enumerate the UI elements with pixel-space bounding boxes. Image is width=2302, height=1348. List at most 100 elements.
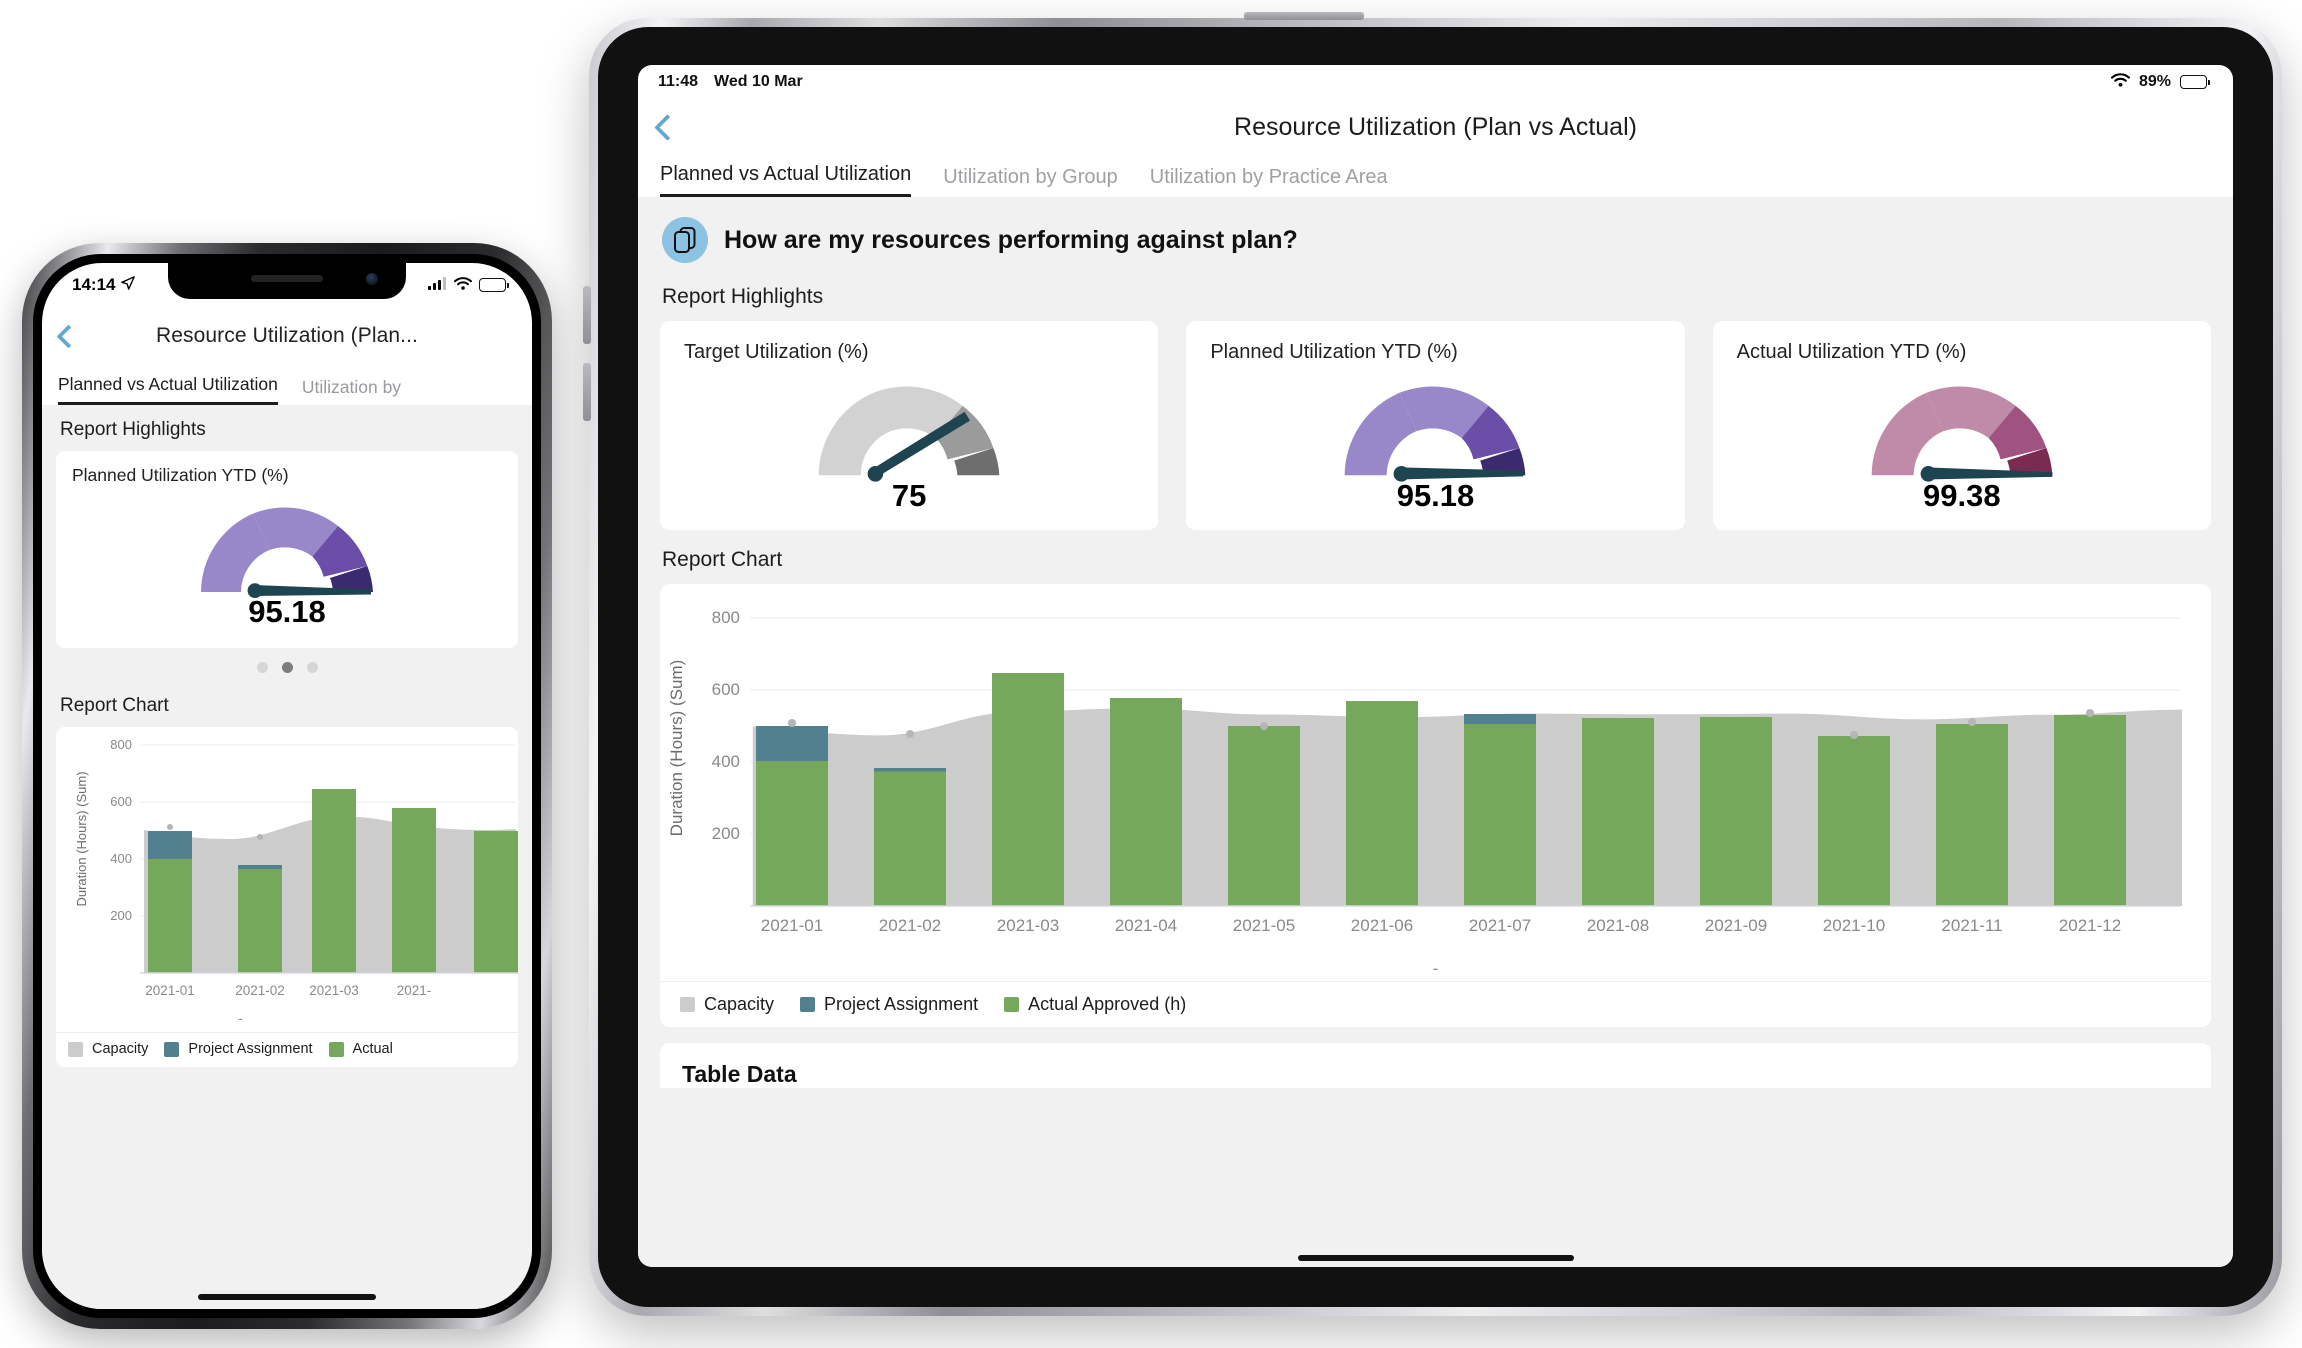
tablet-bezel: 11:48 Wed 10 Mar 89% Resource Utilizatio… [598,27,2273,1307]
svg-text:600: 600 [110,794,132,809]
phone-page-title: Resource Utilization (Plan... [155,324,418,347]
battery-icon [2180,75,2210,89]
battery-icon [479,278,509,292]
tablet-date: Wed 10 Mar [714,73,803,90]
svg-text:2021-02: 2021-02 [879,916,941,935]
question-text: How are my resources performing against … [724,225,1298,254]
legend-label-actual-approved: Actual Approved (h) [1028,994,1187,1014]
phone-chart-card[interactable]: Duration (Hours) (Sum) 800 600 400 200 2… [56,727,518,1067]
legend-item-capacity: Capacity [68,1041,148,1057]
phone-report-highlights-heading: Report Highlights [60,419,206,440]
report-chart-heading: Report Chart [662,548,783,571]
table-data-heading: Table Data [682,1061,797,1087]
tablet-screen: 11:48 Wed 10 Mar 89% Resource Utilizatio… [638,65,2233,1267]
cards-stack-icon [662,217,708,263]
svg-text:800: 800 [110,737,132,752]
tab-planned-vs-actual-utilization[interactable]: Planned vs Actual Utilization [58,374,278,405]
phone-screen: 14:14 Resource Utilization (Plan... Plan… [42,263,532,1309]
pager-dot-1[interactable] [256,662,268,673]
svg-text:2021-04: 2021-04 [1115,916,1177,935]
legend-label-actual: Actual [352,1041,393,1057]
svg-text:2021-10: 2021-10 [1823,916,1885,935]
legend-item-actual: Actual [328,1041,393,1057]
phone-tab-bar: Planned vs Actual Utilization Utilizatio… [42,365,532,405]
legend-swatch-project-assignment [800,997,816,1012]
legend-swatch-actual [328,1041,344,1057]
tablet-status-bar: 11:48 Wed 10 Mar 89% [638,65,2233,99]
legend-label-capacity: Capacity [704,994,775,1014]
svg-text:2021-08: 2021-08 [1587,916,1649,935]
svg-text:-: - [238,1010,243,1026]
battery-percent-label: 89% [2138,73,2171,90]
kpi-card-title: Planned Utilization YTD (%) [1210,341,1458,363]
legend-item-project-assignment: Project Assignment [164,1041,313,1057]
phone-device: 14:14 Resource Utilization (Plan... Plan… [22,243,552,1329]
phone-kpi-card-title: Planned Utilization YTD (%) [72,465,289,485]
phone-kpi-card-planned-utilization[interactable]: Planned Utilization YTD (%) 95.18 [56,451,518,648]
kpi-value: 75 [891,478,927,513]
svg-text:2021-02: 2021-02 [235,983,285,998]
tablet-volume-down-button[interactable] [583,363,591,421]
table-data-card[interactable]: Table Data [660,1043,2211,1088]
tab-planned-vs-actual-utilization[interactable]: Planned vs Actual Utilization [660,163,912,197]
wifi-icon [454,275,472,295]
tablet-clock: 11:48 [658,73,699,90]
tablet-tab-bar: Planned vs Actual Utilization Utilizatio… [638,155,2233,197]
tablet-device: 11:48 Wed 10 Mar 89% Resource Utilizatio… [583,12,2282,1316]
tablet-content: How are my resources performing against … [638,197,2233,1267]
kpi-card-title: Target Utilization (%) [684,341,869,363]
svg-text:400: 400 [110,851,132,866]
svg-text:2021-09: 2021-09 [1705,916,1767,935]
signal-bars-icon [428,275,447,295]
question-banner: How are my resources performing against … [660,197,2211,279]
svg-text:2021-03: 2021-03 [309,983,359,998]
legend-item-actual-approved: Actual Approved (h) [1004,994,1186,1015]
tablet-home-indicator[interactable] [1297,1255,1574,1261]
phone-content: Report Highlights Planned Utilization YT… [42,405,532,1309]
kpi-card-planned-utilization-ytd[interactable]: Planned Utilization YTD (%) 95.18 [1186,321,1685,530]
svg-text:2021-06: 2021-06 [1351,916,1413,935]
svg-text:2021-03: 2021-03 [997,916,1059,935]
kpi-card-actual-utilization-ytd[interactable]: Actual Utilization YTD (%) 99.38 [1712,321,2211,530]
chart-scroll-placeholder: - [1432,959,1439,978]
legend-label-project-assignment: Project Assignment [188,1041,313,1057]
gauge-planned-utilization-ytd: 95.18 [1210,366,1660,514]
svg-text:800: 800 [712,608,740,627]
wifi-icon [2110,72,2130,92]
phone-nav-bar: Resource Utilization (Plan... [42,307,532,365]
phone-carousel-pager[interactable] [56,648,518,681]
tablet-nav-bar: Resource Utilization (Plan vs Actual) [638,99,2233,155]
tablet-volume-up-button[interactable] [583,286,591,344]
legend-label-capacity: Capacity [92,1041,149,1057]
legend-swatch-capacity [68,1041,83,1057]
svg-text:2021-: 2021- [397,983,432,998]
tablet-power-button[interactable] [1244,12,1364,20]
svg-text:200: 200 [712,824,740,843]
svg-text:2021-12: 2021-12 [2059,916,2121,935]
report-highlights-heading: Report Highlights [662,285,824,308]
earpiece-speaker-icon [251,275,323,282]
legend-swatch-actual-approved [1004,997,1020,1012]
legend-item-capacity: Capacity [680,994,774,1015]
kpi-card-target-utilization[interactable]: Target Utilization (%) 75 [660,321,1159,530]
kpi-card-row: Target Utilization (%) 75 Planned Utiliz… [660,321,2211,530]
svg-text:2021-07: 2021-07 [1469,916,1531,935]
kpi-card-title: Actual Utilization YTD (%) [1736,341,1967,363]
svg-text:2021-11: 2021-11 [1941,916,2002,935]
phone-home-indicator[interactable] [198,1294,376,1300]
pager-dot-2[interactable] [281,662,293,673]
tab-utilization-by-group[interactable]: Utilization by Group [943,166,1118,197]
pager-dot-3[interactable] [306,662,318,673]
tab-utilization-by-practice-area[interactable]: Utilization by Practice Area [1150,166,1388,197]
tab-utilization-by-group[interactable]: Utilization by [302,377,401,405]
svg-text:400: 400 [712,752,740,771]
legend-item-project-assignment: Project Assignment [800,994,978,1015]
svg-text:2021-01: 2021-01 [145,983,195,998]
phone-notch [168,263,406,299]
report-chart-card[interactable]: Duration (Hours) (Sum) 800 600 400 200 2… [660,584,2211,1027]
svg-text:Duration (Hours) (Sum): Duration (Hours) (Sum) [667,660,686,837]
report-chart-legend: Capacity Project Assignment Actual Appro… [660,981,2211,1027]
location-arrow-icon [121,275,136,295]
svg-text:2021-05: 2021-05 [1233,916,1295,935]
legend-swatch-capacity [680,997,695,1012]
